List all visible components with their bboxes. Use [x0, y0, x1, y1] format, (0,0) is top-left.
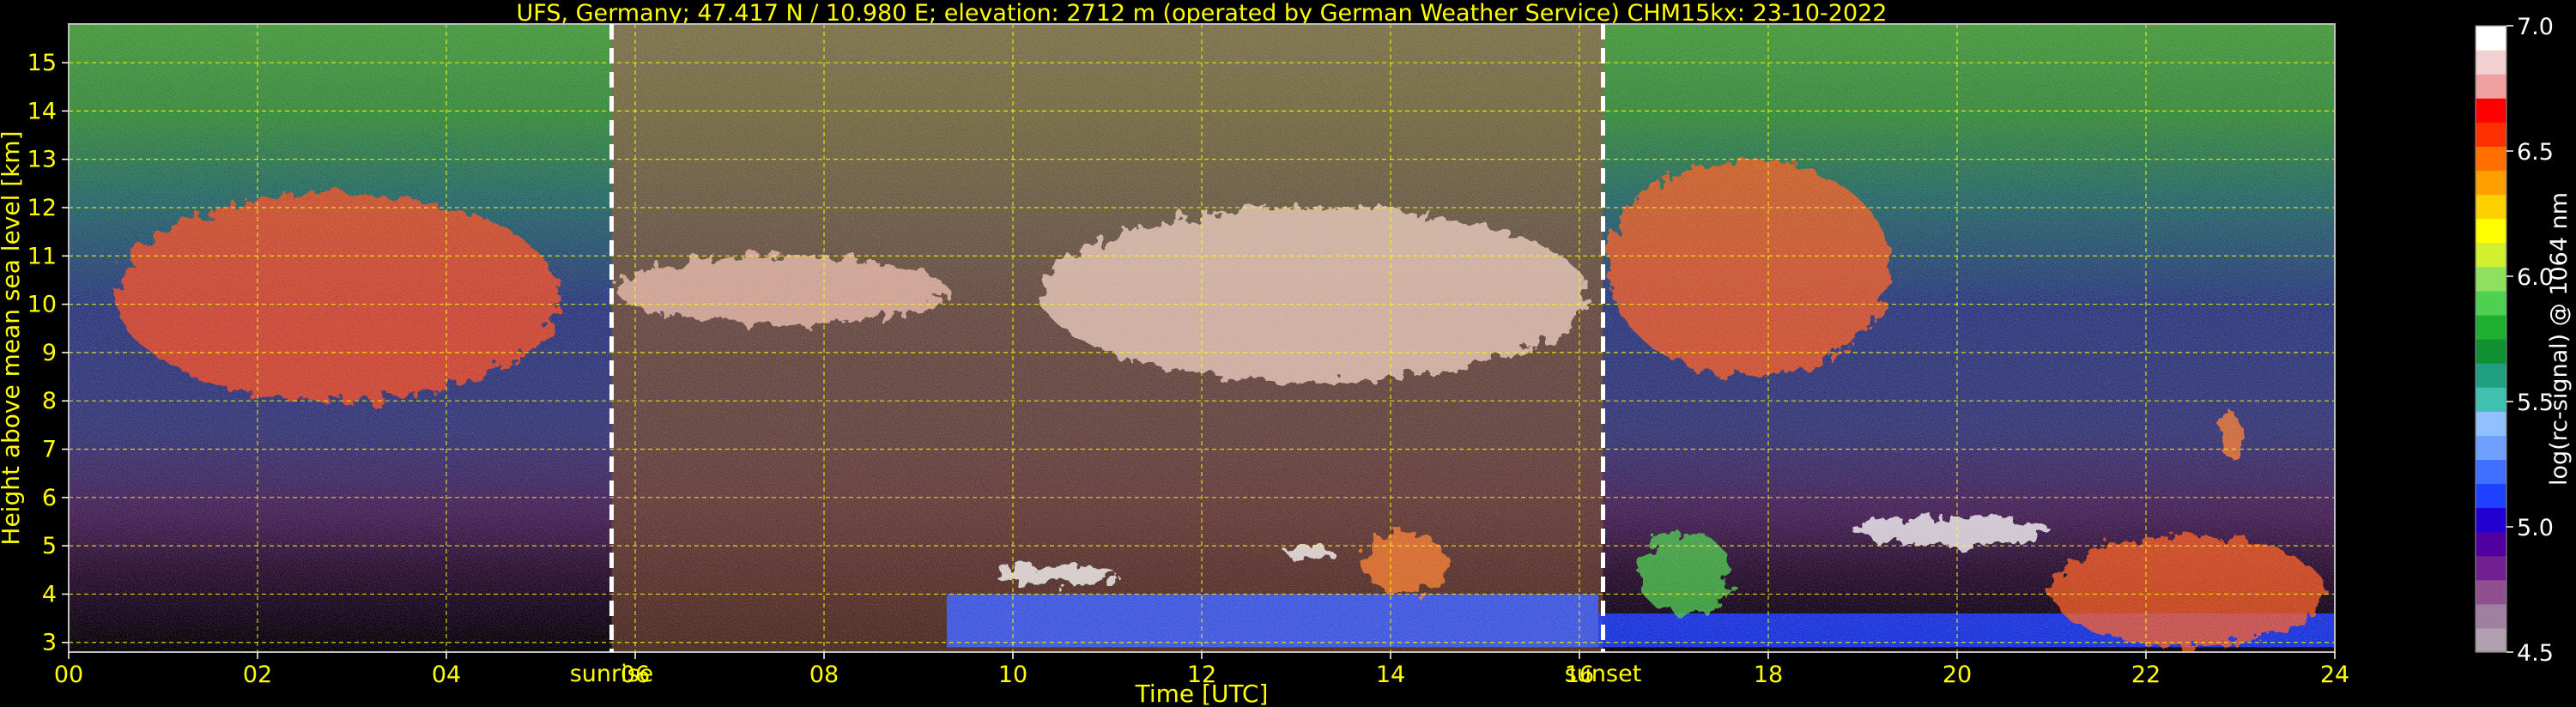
- colorbar-tick-label: 6.5: [2517, 139, 2554, 166]
- x-axis-label: Time [UTC]: [1135, 680, 1269, 707]
- sunset-label: sunset: [1565, 661, 1642, 687]
- colorbar-tick-label: 7.0: [2517, 14, 2554, 40]
- colorbar-band: [2476, 531, 2506, 557]
- colorbar-band: [2476, 627, 2506, 653]
- colorbar-band: [2476, 411, 2506, 436]
- y-tick-label: 15: [27, 50, 57, 76]
- x-tick-label: 14: [1376, 662, 1405, 688]
- x-tick-label: 24: [2320, 662, 2349, 688]
- colorbar: 4.55.05.56.06.57.0: [2475, 14, 2554, 667]
- colorbar-band: [2476, 387, 2506, 412]
- colorbar-band: [2476, 26, 2506, 51]
- colorbar-band: [2476, 579, 2506, 605]
- y-tick-label: 12: [27, 195, 57, 221]
- colorbar-band: [2476, 266, 2506, 292]
- colorbar-band: [2476, 363, 2506, 388]
- y-tick-label: 9: [42, 340, 57, 366]
- sunrise-label: sunrise: [570, 661, 654, 687]
- colorbar-band: [2476, 314, 2506, 340]
- colorbar-band: [2476, 290, 2506, 316]
- colorbar-band: [2476, 170, 2506, 196]
- colorbar-band: [2476, 122, 2506, 147]
- colorbar-band: [2476, 218, 2506, 244]
- y-axis: 3 4 5 6 7 8 9 10 11 12 13 14 15: [27, 50, 69, 656]
- colorbar-band: [2476, 98, 2506, 123]
- ceilometer-chart: UFS, Germany; 47.417 N / 10.980 E; eleva…: [0, 0, 2573, 707]
- x-tick-label: 22: [2131, 662, 2161, 688]
- colorbar-band: [2476, 483, 2506, 509]
- colorbar-band: [2476, 459, 2506, 485]
- colorbar-band: [2476, 194, 2506, 220]
- y-tick-label: 7: [42, 437, 57, 463]
- y-tick-label: 13: [27, 147, 57, 173]
- x-tick-label: 10: [998, 662, 1027, 688]
- colorbar-band: [2476, 555, 2506, 581]
- chart-title: UFS, Germany; 47.417 N / 10.980 E; eleva…: [517, 0, 1888, 27]
- x-tick-label: 18: [1754, 662, 1783, 688]
- y-tick-label: 14: [27, 98, 57, 124]
- y-axis-label: Height above mean sea level [km]: [0, 130, 25, 545]
- x-tick-label: 20: [1943, 662, 1972, 688]
- x-tick-label: 08: [809, 662, 839, 688]
- colorbar-band: [2476, 74, 2506, 99]
- y-tick-label: 4: [42, 581, 57, 607]
- y-tick-label: 6: [42, 485, 57, 511]
- y-tick-label: 5: [42, 533, 57, 559]
- colorbar-band: [2476, 435, 2506, 460]
- x-tick-label: 00: [54, 662, 83, 688]
- colorbar-band: [2476, 603, 2506, 629]
- x-tick-label: 04: [432, 662, 461, 688]
- colorbar-band: [2476, 50, 2506, 75]
- y-tick-label: 8: [42, 388, 57, 414]
- colorbar-tick-label: 4.5: [2517, 640, 2554, 667]
- y-tick-label: 3: [42, 630, 57, 656]
- colorbar-tick-label: 5.0: [2517, 515, 2554, 541]
- colorbar-band: [2476, 242, 2506, 268]
- colorbar-label: log(rc-signal) @ 1064 nm: [2546, 192, 2573, 486]
- y-tick-label: 11: [27, 243, 57, 269]
- colorbar-band: [2476, 507, 2506, 533]
- colorbar-band: [2476, 146, 2506, 172]
- colorbar-band: [2476, 339, 2506, 364]
- x-tick-label: 02: [243, 662, 272, 688]
- y-tick-label: 10: [27, 292, 57, 318]
